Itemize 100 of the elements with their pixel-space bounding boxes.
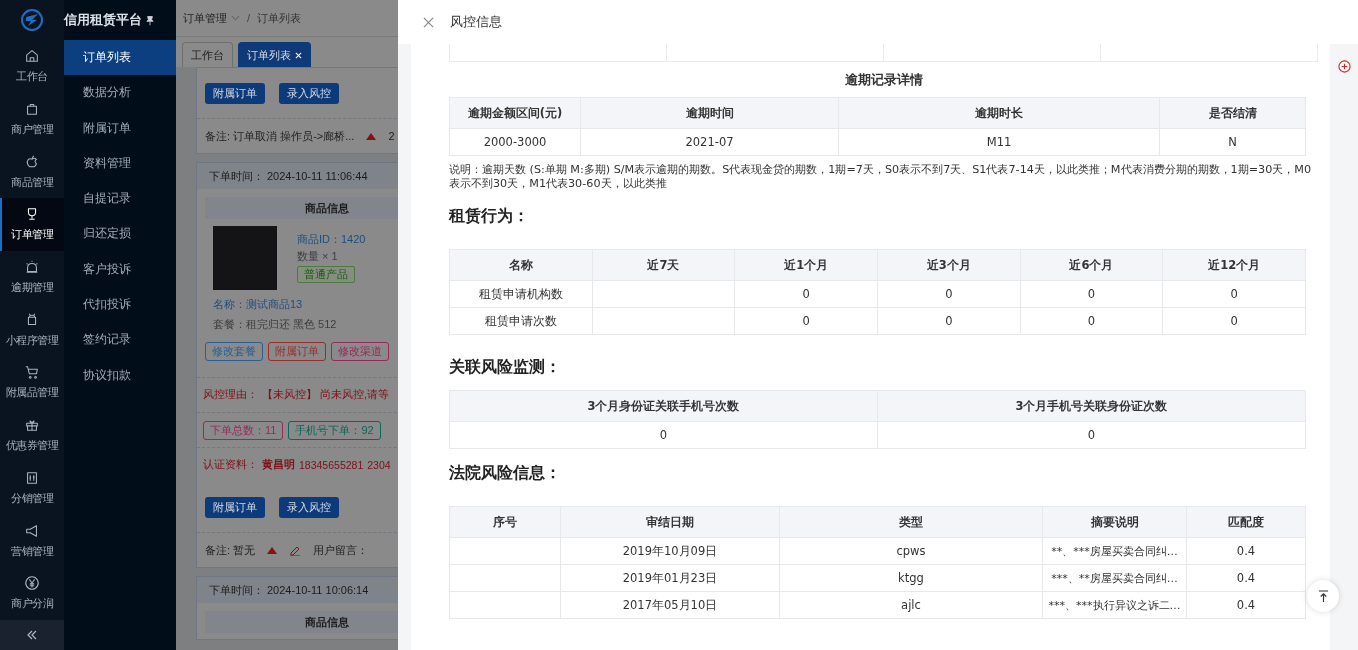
column-header: 逾期时长	[838, 97, 1160, 129]
submenu-item[interactable]: 签约记录	[64, 322, 176, 358]
nav-item[interactable]: 小程序管理	[0, 303, 64, 357]
collapse-button[interactable]	[0, 620, 64, 650]
column-header: 类型	[779, 506, 1043, 538]
remark-text: 备注: 暂无	[205, 542, 256, 558]
stat-tag: 下单总数：11	[203, 420, 284, 440]
nav-item[interactable]: 商品管理	[0, 145, 64, 199]
photo-placeholder	[213, 226, 277, 290]
nav-item[interactable]: 逾期管理	[0, 250, 64, 304]
pin-icon[interactable]	[146, 14, 154, 26]
product-id: 商品ID：1420	[297, 232, 366, 247]
section-header: 商品信息	[205, 197, 398, 219]
table-cell: 0	[1162, 280, 1306, 308]
auth-label: 认证资料：	[203, 458, 258, 472]
triangle-up-icon[interactable]	[366, 132, 377, 140]
column-header: 审结日期	[560, 506, 780, 538]
quantity-text: 数量 × 1	[297, 249, 338, 264]
pencil-icon[interactable]	[289, 544, 302, 556]
action-button[interactable]: 录入风控	[279, 82, 339, 104]
risk-label: 风控理由：	[203, 388, 258, 402]
nav-item[interactable]: 商户管理	[0, 92, 64, 146]
product-tag: 普通产品	[297, 266, 355, 283]
breadcrumb-current: 订单列表	[257, 10, 302, 26]
submenu-item[interactable]: 协议扣款	[64, 357, 176, 393]
submenu-item[interactable]: 自提记录	[64, 181, 176, 217]
yen-icon	[24, 575, 40, 592]
table-cell: ***、**房屋买卖合同纠…	[1042, 564, 1187, 592]
order-time: 2024-10-11 10:06:14	[267, 584, 369, 596]
page-tab[interactable]: 工作台	[182, 42, 233, 67]
action-button[interactable]: 录入风控	[279, 496, 339, 518]
submenu-item[interactable]: 资料管理	[64, 145, 176, 182]
action-button[interactable]: 附属订单	[205, 496, 265, 518]
alarm-icon	[24, 259, 40, 276]
table-title: 逾期记录详情	[843, 71, 924, 89]
column-header: 序号	[449, 506, 561, 538]
submenu-item[interactable]: 数据分析	[64, 75, 176, 111]
nav-item[interactable]: 优惠券管理	[0, 408, 64, 462]
auth-id: 2304	[367, 459, 391, 471]
column-header: 逾期时间	[580, 97, 839, 129]
column-header: 近3个月	[877, 249, 1021, 281]
table-cell: 0	[734, 307, 878, 335]
remark-extra: 2	[388, 130, 395, 142]
name-label: 名称：	[213, 296, 246, 312]
column-header: 近1个月	[734, 249, 878, 281]
table-cell: 0	[877, 421, 1306, 449]
table-cell: 租赁申请机构数	[449, 280, 593, 308]
breadcrumb-link[interactable]: 订单管理	[183, 10, 227, 26]
submenu-item[interactable]: 代扣投诉	[64, 287, 176, 323]
table-cell: 2021-07	[580, 128, 839, 156]
risk-text: 【未风控】 尚未风控,请等	[262, 388, 389, 402]
table-cell: 0	[734, 280, 878, 308]
column-header: 3个月手机号关联身份证次数	[877, 390, 1306, 422]
table-cell: 0.4	[1186, 564, 1306, 592]
table-cell: 0	[877, 280, 1021, 308]
submenu-item[interactable]: 归还定损	[64, 216, 176, 252]
column-header: 匹配度	[1186, 506, 1306, 538]
submenu-item[interactable]: 订单列表	[64, 40, 176, 76]
table-cell: 租赁申请次数	[449, 307, 593, 335]
nav-item[interactable]: 商户分润	[0, 566, 64, 620]
submenu-item[interactable]: 附属订单	[64, 110, 176, 146]
submenu-item[interactable]: 客户投诉	[64, 251, 176, 288]
table-cell: 2019年10月09日	[560, 537, 780, 565]
section-heading: 关联风险监测：	[449, 357, 562, 378]
column-header: 3个月身份证关联手机号次数	[449, 390, 878, 422]
table-cell: 2019年01月23日	[560, 564, 780, 592]
back-to-top-button[interactable]	[1307, 580, 1339, 612]
table-cell: 2017年05月10日	[560, 591, 780, 619]
section-header: 商品信息	[205, 611, 398, 633]
column-header: 逾期金额区间(元)	[449, 97, 581, 129]
double-chevron-icon	[26, 630, 38, 640]
megaphone-icon	[24, 522, 40, 539]
order-time-label: 下单时间：	[209, 168, 264, 184]
nav-item[interactable]: 营销管理	[0, 514, 64, 567]
nav-item[interactable]: 订单管理	[0, 198, 64, 251]
table-cell: cpws	[779, 537, 1043, 565]
triangle-up-icon[interactable]	[267, 546, 278, 554]
table-cell: 0	[1020, 280, 1163, 308]
table-cell: N	[1159, 128, 1306, 156]
arrow-up-icon	[1317, 589, 1329, 603]
page-tab[interactable]: 订单列表	[238, 42, 311, 67]
nav-item[interactable]: 工作台	[0, 40, 64, 93]
action-button[interactable]: 附属订单	[205, 82, 265, 104]
table-cell: **、***房屋买卖合同纠…	[1042, 537, 1187, 565]
nav-item[interactable]: 附属品管理	[0, 356, 64, 409]
add-circle-icon[interactable]	[1337, 60, 1351, 73]
table-cell: ktgg	[779, 564, 1043, 592]
apple-icon	[24, 153, 40, 170]
note-text: 说明：逾期天数 (S:单期 M:多期) S/M表示逾期的期数。S代表现金贷的期数，1期=7天，S0表示不到7天、S1代表7-14天，以此类推；M代表消费分期的期数，1期=30天，M0表示不到30天，M1代表30-60天，以此类推	[449, 163, 1313, 191]
cart-icon	[24, 364, 40, 381]
drawer-title: 风控信息	[450, 13, 502, 31]
table-cell: 0	[449, 421, 878, 449]
column-header: 摘要说明	[1042, 506, 1187, 538]
table-cell: 0.4	[1186, 591, 1306, 619]
bag-icon	[24, 101, 40, 118]
table-cell: ajlc	[779, 591, 1043, 619]
auth-phone: 18345655281	[299, 459, 364, 471]
nav-item[interactable]: 分销管理	[0, 461, 64, 515]
table-cell: 0	[1162, 307, 1306, 335]
stat-tag: 手机号下单：92	[288, 420, 381, 440]
